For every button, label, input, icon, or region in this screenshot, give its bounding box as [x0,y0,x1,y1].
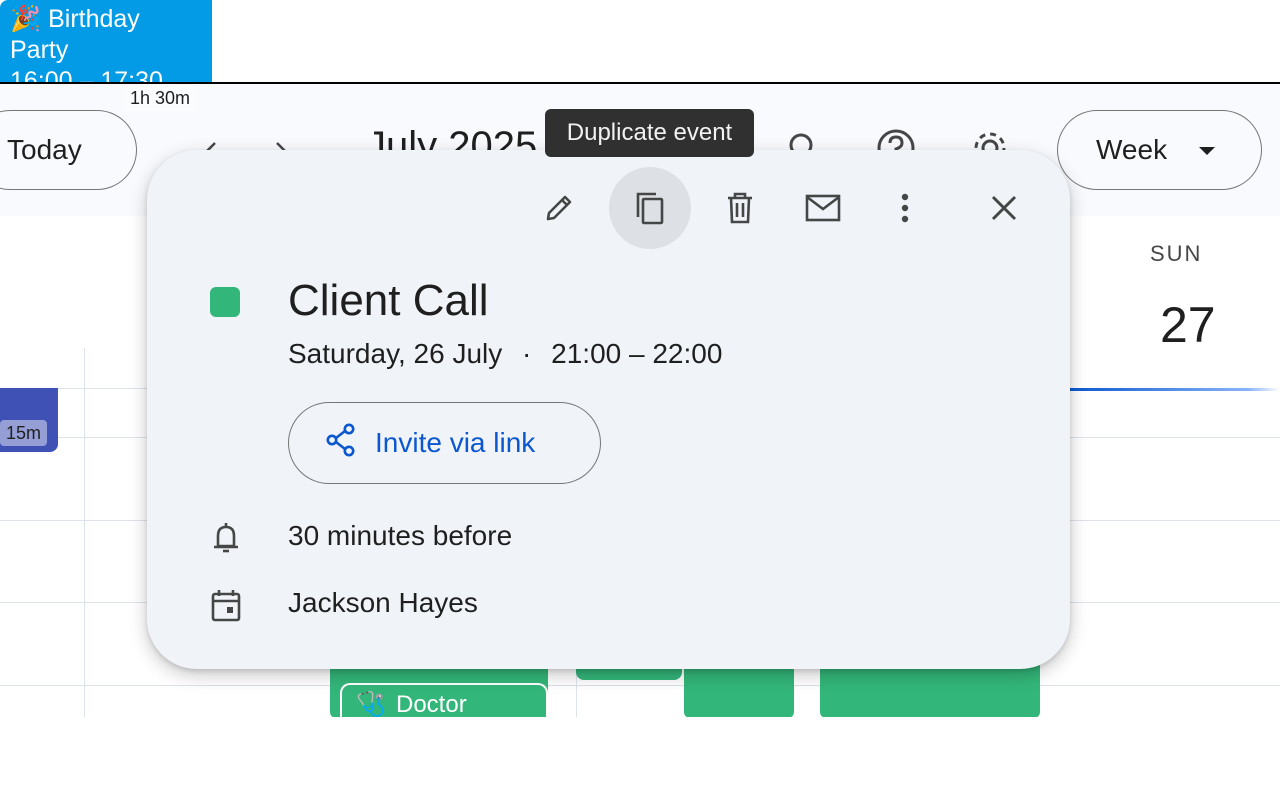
event-time: 21:00 – 22:00 [551,338,723,369]
close-icon[interactable] [963,167,1045,249]
event-title: Client Call [288,276,489,325]
share-icon [325,423,357,464]
calendar-icon [205,584,247,626]
event-title-line: 🎉 Birthday Party [10,4,202,66]
today-label: Today [7,134,82,165]
grid-line [0,685,1280,686]
duration-badge: 1h 30m [124,85,197,111]
event-doctor[interactable]: 🩺 Doctor [340,683,548,718]
view-selector-button[interactable]: Week [1057,110,1262,190]
more-options-icon[interactable] [864,167,946,249]
edit-icon[interactable] [518,167,600,249]
duplicate-icon[interactable] [609,167,691,249]
bell-icon [205,517,247,559]
delete-icon[interactable] [699,167,781,249]
tooltip: Duplicate event [545,109,754,157]
all-day-divider [1070,388,1280,391]
page-bottom [0,717,1280,800]
party-popper-icon: 🎉 [10,5,42,33]
grid-line [84,348,85,718]
view-label: Week [1096,134,1168,165]
today-button[interactable]: Today [0,110,137,190]
event-title: Doctor [396,691,467,718]
separator: · [522,338,532,369]
chevron-down-icon [1199,147,1215,155]
calendar-screen: Today July 2025 Week SUN 27 15m 🩺 Doctor [0,0,1280,800]
day-name-sun: SUN [1150,241,1203,266]
event-datetime: Saturday, 26 July · 21:00 – 22:00 [288,338,722,370]
calendar-owner: Jackson Hayes [288,587,478,618]
event-block[interactable]: 15m [0,388,58,452]
duration-badge: 15m [0,420,48,446]
day-number[interactable]: 27 [1160,296,1216,354]
email-icon[interactable] [782,167,864,249]
event-date: Saturday, 26 July [288,338,503,369]
event-color-swatch [210,287,240,317]
reminder-text: 30 minutes before [288,520,513,551]
invite-label: Invite via link [375,427,536,458]
invite-via-link-button[interactable]: Invite via link [288,402,601,484]
